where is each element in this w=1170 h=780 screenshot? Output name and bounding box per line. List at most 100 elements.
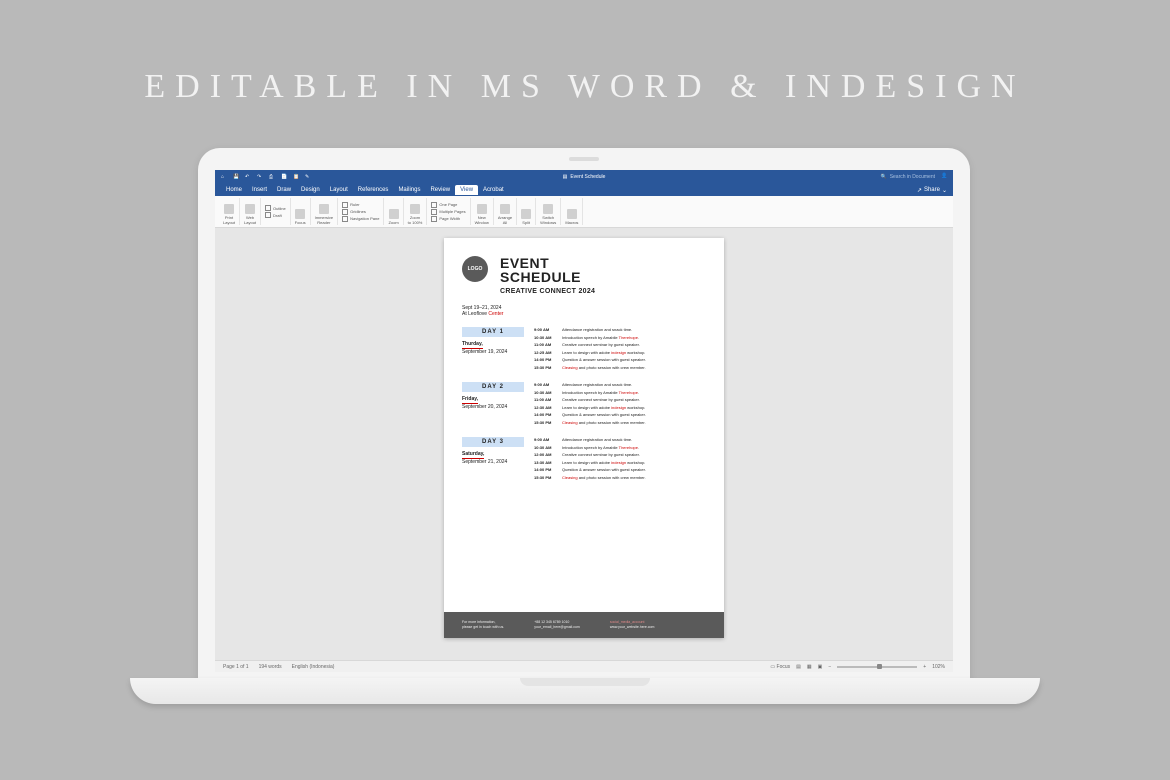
- schedule-row: 11:00 AMCreative connect seminar by gues…: [534, 397, 706, 402]
- word-count[interactable]: 194 words: [259, 664, 282, 670]
- zoom-button[interactable]: Zoom: [384, 198, 403, 225]
- zoom-icon: [389, 209, 399, 219]
- view-print-icon[interactable]: ▤: [796, 664, 801, 670]
- view-web-icon[interactable]: ▦: [807, 664, 812, 670]
- laptop-mockup: ⌂ 💾 ↶ ↷ ⎙ 📄 📋 ✎ ▤ Event Schedule Search …: [198, 148, 970, 684]
- document-page[interactable]: LOGO EVENT SCHEDULE CREATIVE CONNECT 202…: [444, 238, 724, 638]
- menu-tab-acrobat[interactable]: Acrobat: [478, 185, 509, 195]
- doc-icon[interactable]: 📄: [281, 174, 287, 180]
- schedule-row: 10:30 AM Introduction speech by Amabile T…: [534, 445, 706, 450]
- quick-access-toolbar: ⌂ 💾 ↶ ↷ ⎙ 📄 📋 ✎: [221, 174, 311, 180]
- arrange-icon: [500, 204, 510, 214]
- footer-col-2: +88 12 345 6789 1010your_email_here@gmai…: [534, 620, 580, 631]
- redo-icon[interactable]: ↷: [257, 174, 263, 180]
- schedule-desc: Introduction speech by Amabile Therehope…: [562, 335, 706, 340]
- schedule-desc: Cleasing and photo session with crew mem…: [562, 475, 706, 480]
- laptop-notch: [520, 678, 650, 686]
- search-box[interactable]: Search in Document: [880, 174, 935, 180]
- menu-tab-layout[interactable]: Layout: [325, 185, 353, 195]
- schedule-time: 14:00 PM: [534, 467, 556, 472]
- web-layout-button[interactable]: WebLayout: [240, 198, 261, 225]
- arrange-all-button[interactable]: ArrangeAll: [494, 198, 517, 225]
- menu-tab-mailings[interactable]: Mailings: [393, 185, 425, 195]
- share-label: Share: [924, 187, 940, 193]
- menu-tab-design[interactable]: Design: [296, 185, 325, 195]
- zoom-level[interactable]: 102%: [932, 664, 945, 670]
- schedule-row: 15:30 PM Cleasing and photo session with …: [534, 475, 706, 480]
- save-icon[interactable]: 💾: [233, 174, 239, 180]
- zoom-100-button[interactable]: Zoomto 100%: [404, 198, 428, 225]
- schedule-time: 10:30 AM: [534, 445, 556, 450]
- macros-button[interactable]: Macros: [561, 198, 583, 225]
- zoom-in-button[interactable]: +: [923, 664, 926, 670]
- view-read-icon[interactable]: ▣: [818, 664, 823, 670]
- multiple-pages-button[interactable]: Multiple Pages: [431, 209, 465, 215]
- gridlines-checkbox[interactable]: Gridlines: [342, 209, 366, 215]
- page-count[interactable]: Page 1 of 1: [223, 664, 249, 670]
- menu-tab-references[interactable]: References: [353, 185, 394, 195]
- share-button[interactable]: ↗ Share ⌄: [917, 187, 947, 194]
- menu-tab-draw[interactable]: Draw: [272, 185, 296, 195]
- outline-button[interactable]: Outline: [265, 205, 286, 211]
- schedule-list: 9:00 AMAttendance registration and snack…: [534, 327, 706, 372]
- menu-tab-insert[interactable]: Insert: [247, 185, 272, 195]
- layout-options: Outline Draft: [261, 198, 291, 225]
- schedule-time: 15:30 PM: [534, 420, 556, 425]
- schedule-time: 11:00 AM: [534, 342, 556, 347]
- zoom100-icon: [410, 204, 420, 214]
- document-canvas[interactable]: LOGO EVENT SCHEDULE CREATIVE CONNECT 202…: [215, 228, 953, 660]
- schedule-row: 10:30 AMIntroduction speech by Amabile T…: [534, 390, 706, 395]
- user-icon[interactable]: 👤: [941, 173, 949, 181]
- schedule-row: 14:00 PM Question & answer session with g…: [534, 357, 706, 362]
- schedule-row: 10:30 AMIntroduction speech by Amabile T…: [534, 335, 706, 340]
- home-icon[interactable]: ⌂: [221, 174, 227, 180]
- menu-tab-home[interactable]: Home: [221, 185, 247, 195]
- schedule-desc: Creative connect seminar by guest speake…: [562, 342, 706, 347]
- schedule-desc: Introduction speech by Amabile Therehope…: [562, 445, 706, 450]
- schedule-row: 11:00 AM Creative connect seminar by gues…: [534, 342, 706, 347]
- switch-windows-button[interactable]: SwitchWindows: [536, 198, 561, 225]
- zoom-slider[interactable]: [837, 666, 917, 668]
- draft-button[interactable]: Draft: [265, 212, 282, 218]
- day-section: DAY 2Friday,September 20, 20249:00 AMAtt…: [462, 382, 706, 427]
- schedule-time: 14:00 PM: [534, 357, 556, 362]
- day-tag: DAY 2: [462, 382, 524, 392]
- schedule-time: 10:30 AM: [534, 390, 556, 395]
- word-doc-icon: ▤: [563, 174, 568, 180]
- screen: ⌂ 💾 ↶ ↷ ⎙ 📄 📋 ✎ ▤ Event Schedule Search …: [215, 170, 953, 672]
- attach-icon[interactable]: ✎: [305, 174, 311, 180]
- immersive-reader-button[interactable]: ImmersiveReader: [311, 198, 338, 225]
- schedule-desc: Attendance registration and snack time.: [562, 437, 706, 442]
- focus-button[interactable]: Focus: [291, 198, 311, 225]
- menubar: HomeInsertDrawDesignLayoutReferencesMail…: [215, 184, 953, 196]
- zoom-out-button[interactable]: −: [828, 664, 831, 670]
- day-tag: DAY 1: [462, 327, 524, 337]
- undo-icon[interactable]: ↶: [245, 174, 251, 180]
- focus-mode[interactable]: ▭ Focus: [770, 664, 790, 670]
- schedule-row: 12:30 AMLearn to design with adobe indes…: [534, 405, 706, 410]
- split-icon: [521, 209, 531, 219]
- print-layout-button[interactable]: PrintLayout: [219, 198, 240, 225]
- schedule-time: 9:00 AM: [534, 382, 556, 387]
- one-page-button[interactable]: One Page: [431, 202, 457, 208]
- schedule-desc: Question & answer session with guest spe…: [562, 357, 706, 362]
- print-icon[interactable]: ⎙: [269, 174, 275, 180]
- schedule-time: 15:30 PM: [534, 475, 556, 480]
- page-width-button[interactable]: Page Width: [431, 216, 460, 222]
- nav-pane-checkbox[interactable]: Navigation Pane: [342, 216, 379, 222]
- share-icon: ↗: [917, 187, 922, 194]
- split-button[interactable]: Split: [517, 198, 536, 225]
- event-subtitle: CREATIVE CONNECT 2024: [500, 288, 595, 295]
- immersive-icon: [319, 204, 329, 214]
- schedule-row: 15:30 PMCleasing and photo session with …: [534, 420, 706, 425]
- menu-tab-review[interactable]: Review: [425, 185, 455, 195]
- schedule-list: 9:00 AM Attendance registration and snack…: [534, 382, 706, 427]
- schedule-desc: Attendance registration and snack time.: [562, 382, 706, 387]
- schedule-row: 14:00 PMQuestion & answer session with g…: [534, 467, 706, 472]
- menu-tab-view[interactable]: View: [455, 185, 478, 195]
- new-window-button[interactable]: NewWindow: [471, 198, 494, 225]
- ruler-checkbox[interactable]: Ruler: [342, 202, 360, 208]
- page-footer: For more information,please get in touch…: [444, 612, 724, 639]
- clipboard-icon[interactable]: 📋: [293, 174, 299, 180]
- language-indicator[interactable]: English (Indonesia): [292, 664, 335, 670]
